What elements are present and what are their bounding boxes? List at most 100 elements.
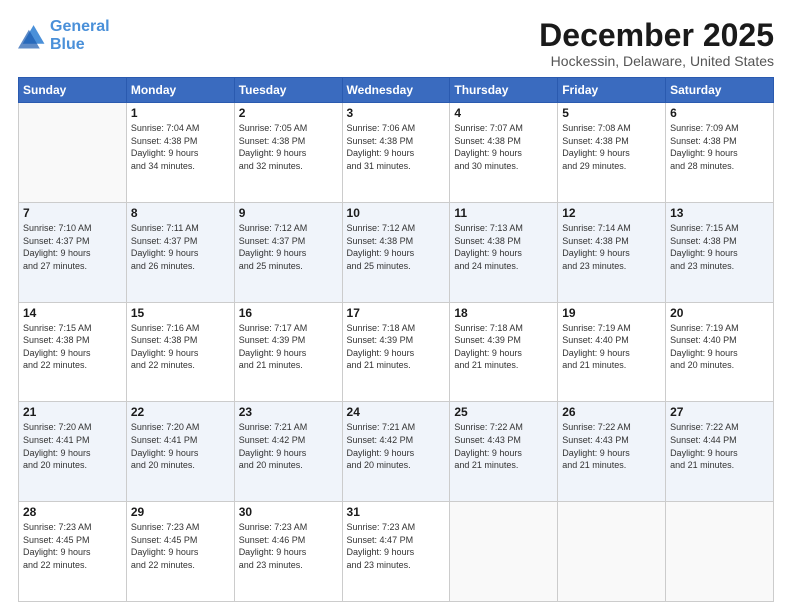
day-number: 6 xyxy=(670,106,769,120)
day-info: Sunrise: 7:22 AM Sunset: 4:44 PM Dayligh… xyxy=(670,421,769,471)
day-number: 8 xyxy=(131,206,230,220)
logo-icon xyxy=(18,22,46,50)
day-info: Sunrise: 7:22 AM Sunset: 4:43 PM Dayligh… xyxy=(454,421,553,471)
col-header-monday: Monday xyxy=(126,78,234,103)
day-number: 15 xyxy=(131,306,230,320)
day-info: Sunrise: 7:18 AM Sunset: 4:39 PM Dayligh… xyxy=(454,322,553,372)
day-number: 30 xyxy=(239,505,338,519)
calendar-week-row: 21Sunrise: 7:20 AM Sunset: 4:41 PM Dayli… xyxy=(19,402,774,502)
calendar-cell: 9Sunrise: 7:12 AM Sunset: 4:37 PM Daylig… xyxy=(234,202,342,302)
day-number: 1 xyxy=(131,106,230,120)
day-number: 5 xyxy=(562,106,661,120)
day-info: Sunrise: 7:14 AM Sunset: 4:38 PM Dayligh… xyxy=(562,222,661,272)
day-number: 27 xyxy=(670,405,769,419)
day-number: 7 xyxy=(23,206,122,220)
calendar-cell: 12Sunrise: 7:14 AM Sunset: 4:38 PM Dayli… xyxy=(558,202,666,302)
day-info: Sunrise: 7:10 AM Sunset: 4:37 PM Dayligh… xyxy=(23,222,122,272)
calendar-cell: 10 Sunrise: 7:12 AM Sunset: 4:38 PM Dayli… xyxy=(342,202,450,302)
day-number: 17 xyxy=(347,306,446,320)
day-number: 16 xyxy=(239,306,338,320)
day-info: Sunrise: 7:23 AM Sunset: 4:45 PM Dayligh… xyxy=(131,521,230,571)
calendar-week-row: 28 Sunrise: 7:23 AM Sunset: 4:45 PM Dayli… xyxy=(19,502,774,602)
day-info: Sunrise: 7:11 AM Sunset: 4:37 PM Dayligh… xyxy=(131,222,230,272)
day-number: 31 xyxy=(347,505,446,519)
day-number: 18 xyxy=(454,306,553,320)
day-info: Sunrise: 7:15 AM Sunset: 4:38 PM Dayligh… xyxy=(670,222,769,272)
col-header-wednesday: Wednesday xyxy=(342,78,450,103)
col-header-friday: Friday xyxy=(558,78,666,103)
day-number: 28 xyxy=(23,505,122,519)
day-info: Sunrise: 7:05 AM Sunset: 4:38 PM Dayligh… xyxy=(239,122,338,172)
day-number: 19 xyxy=(562,306,661,320)
subtitle: Hockessin, Delaware, United States xyxy=(539,53,774,69)
calendar-cell: 3Sunrise: 7:06 AM Sunset: 4:38 PM Daylig… xyxy=(342,103,450,203)
calendar-cell: 8 Sunrise: 7:11 AM Sunset: 4:37 PM Daylig… xyxy=(126,202,234,302)
day-info: Sunrise: 7:20 AM Sunset: 4:41 PM Dayligh… xyxy=(23,421,122,471)
calendar-cell: 19 Sunrise: 7:19 AM Sunset: 4:40 PM Dayli… xyxy=(558,302,666,402)
calendar-cell: 2 Sunrise: 7:05 AM Sunset: 4:38 PM Daylig… xyxy=(234,103,342,203)
day-info: Sunrise: 7:22 AM Sunset: 4:43 PM Dayligh… xyxy=(562,421,661,471)
col-header-saturday: Saturday xyxy=(666,78,774,103)
logo-text: General Blue xyxy=(50,18,110,53)
day-info: Sunrise: 7:12 AM Sunset: 4:37 PM Dayligh… xyxy=(239,222,338,272)
col-header-tuesday: Tuesday xyxy=(234,78,342,103)
day-info: Sunrise: 7:07 AM Sunset: 4:38 PM Dayligh… xyxy=(454,122,553,172)
calendar-cell: 25Sunrise: 7:22 AM Sunset: 4:43 PM Dayli… xyxy=(450,402,558,502)
day-info: Sunrise: 7:16 AM Sunset: 4:38 PM Dayligh… xyxy=(131,322,230,372)
day-number: 11 xyxy=(454,206,553,220)
day-info: Sunrise: 7:17 AM Sunset: 4:39 PM Dayligh… xyxy=(239,322,338,372)
day-number: 14 xyxy=(23,306,122,320)
day-info: Sunrise: 7:09 AM Sunset: 4:38 PM Dayligh… xyxy=(670,122,769,172)
day-number: 13 xyxy=(670,206,769,220)
day-info: Sunrise: 7:18 AM Sunset: 4:39 PM Dayligh… xyxy=(347,322,446,372)
calendar-cell: 26 Sunrise: 7:22 AM Sunset: 4:43 PM Dayli… xyxy=(558,402,666,502)
day-info: Sunrise: 7:20 AM Sunset: 4:41 PM Dayligh… xyxy=(131,421,230,471)
calendar-cell: 6 Sunrise: 7:09 AM Sunset: 4:38 PM Daylig… xyxy=(666,103,774,203)
day-number: 20 xyxy=(670,306,769,320)
day-number: 10 xyxy=(347,206,446,220)
calendar-cell: 11 Sunrise: 7:13 AM Sunset: 4:38 PM Dayli… xyxy=(450,202,558,302)
title-block: December 2025 Hockessin, Delaware, Unite… xyxy=(539,18,774,69)
calendar-cell xyxy=(558,502,666,602)
day-number: 29 xyxy=(131,505,230,519)
day-info: Sunrise: 7:21 AM Sunset: 4:42 PM Dayligh… xyxy=(347,421,446,471)
day-info: Sunrise: 7:06 AM Sunset: 4:38 PM Dayligh… xyxy=(347,122,446,172)
calendar-week-row: 1 Sunrise: 7:04 AM Sunset: 4:38 PM Daylig… xyxy=(19,103,774,203)
calendar-header-row: SundayMondayTuesdayWednesdayThursdayFrid… xyxy=(19,78,774,103)
day-info: Sunrise: 7:13 AM Sunset: 4:38 PM Dayligh… xyxy=(454,222,553,272)
calendar-cell xyxy=(19,103,127,203)
calendar-cell: 14Sunrise: 7:15 AM Sunset: 4:38 PM Dayli… xyxy=(19,302,127,402)
day-number: 2 xyxy=(239,106,338,120)
day-info: Sunrise: 7:21 AM Sunset: 4:42 PM Dayligh… xyxy=(239,421,338,471)
calendar-cell: 1 Sunrise: 7:04 AM Sunset: 4:38 PM Daylig… xyxy=(126,103,234,203)
logo-line2: Blue xyxy=(50,36,85,53)
calendar-cell: 29 Sunrise: 7:23 AM Sunset: 4:45 PM Dayli… xyxy=(126,502,234,602)
logo: General Blue xyxy=(18,18,110,53)
main-title: December 2025 xyxy=(539,18,774,53)
day-info: Sunrise: 7:04 AM Sunset: 4:38 PM Dayligh… xyxy=(131,122,230,172)
day-info: Sunrise: 7:23 AM Sunset: 4:47 PM Dayligh… xyxy=(347,521,446,571)
day-number: 24 xyxy=(347,405,446,419)
day-info: Sunrise: 7:19 AM Sunset: 4:40 PM Dayligh… xyxy=(670,322,769,372)
day-info: Sunrise: 7:23 AM Sunset: 4:46 PM Dayligh… xyxy=(239,521,338,571)
day-info: Sunrise: 7:12 AM Sunset: 4:38 PM Dayligh… xyxy=(347,222,446,272)
col-header-sunday: Sunday xyxy=(19,78,127,103)
day-number: 26 xyxy=(562,405,661,419)
calendar-week-row: 14Sunrise: 7:15 AM Sunset: 4:38 PM Dayli… xyxy=(19,302,774,402)
calendar-cell: 15 Sunrise: 7:16 AM Sunset: 4:38 PM Dayli… xyxy=(126,302,234,402)
calendar-week-row: 7 Sunrise: 7:10 AM Sunset: 4:37 PM Daylig… xyxy=(19,202,774,302)
calendar-cell: 28 Sunrise: 7:23 AM Sunset: 4:45 PM Dayli… xyxy=(19,502,127,602)
calendar-cell: 17 Sunrise: 7:18 AM Sunset: 4:39 PM Dayli… xyxy=(342,302,450,402)
calendar-cell: 22 Sunrise: 7:20 AM Sunset: 4:41 PM Dayli… xyxy=(126,402,234,502)
calendar-cell: 31 Sunrise: 7:23 AM Sunset: 4:47 PM Dayli… xyxy=(342,502,450,602)
header: General Blue December 2025 Hockessin, De… xyxy=(18,18,774,69)
day-info: Sunrise: 7:23 AM Sunset: 4:45 PM Dayligh… xyxy=(23,521,122,571)
logo-line1: General xyxy=(50,18,110,35)
calendar-cell xyxy=(666,502,774,602)
calendar-table: SundayMondayTuesdayWednesdayThursdayFrid… xyxy=(18,77,774,602)
day-info: Sunrise: 7:19 AM Sunset: 4:40 PM Dayligh… xyxy=(562,322,661,372)
page: General Blue December 2025 Hockessin, De… xyxy=(0,0,792,612)
day-number: 22 xyxy=(131,405,230,419)
calendar-cell: 7 Sunrise: 7:10 AM Sunset: 4:37 PM Daylig… xyxy=(19,202,127,302)
day-info: Sunrise: 7:08 AM Sunset: 4:38 PM Dayligh… xyxy=(562,122,661,172)
